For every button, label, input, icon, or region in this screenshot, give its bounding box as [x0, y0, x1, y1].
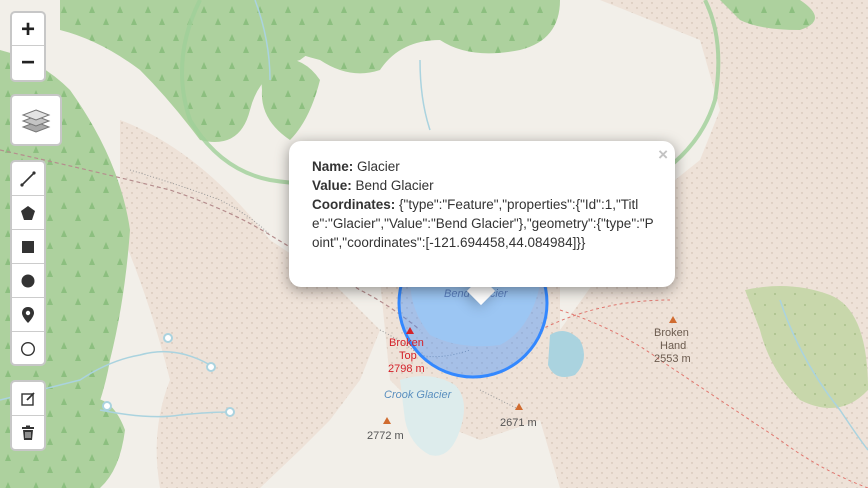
- label-peak-2671: 2671 m: [500, 417, 537, 429]
- label-crook-glacier: Crook Glacier: [384, 389, 452, 401]
- popup-coords-label: Coordinates:: [312, 197, 396, 212]
- label-broken-hand-2: Hand: [660, 340, 687, 352]
- popup-coords-row: Coordinates: {"type":"Feature","properti…: [312, 195, 655, 252]
- polyline-icon[interactable]: [12, 162, 44, 196]
- zoom-in-button[interactable]: +: [12, 13, 44, 46]
- label-broken-top-1: Broken: [389, 337, 424, 349]
- label-broken-hand-elev: 2553 m: [654, 353, 691, 365]
- layers-icon[interactable]: [12, 96, 60, 144]
- zoom-out-button[interactable]: −: [12, 46, 44, 79]
- label-broken-top-2: Top: [399, 350, 417, 362]
- popup-name-row: Name: Glacier: [312, 157, 655, 176]
- label-peak-2772: 2772 m: [367, 430, 404, 442]
- trash-icon[interactable]: [12, 416, 44, 449]
- rectangle-icon[interactable]: [12, 230, 44, 264]
- popup-tip-cover: [455, 270, 507, 287]
- circle-icon[interactable]: [12, 264, 44, 298]
- popup-value-value: Bend Glacier: [355, 178, 434, 193]
- popup-name-value: Glacier: [357, 159, 400, 174]
- label-broken-top-elev: 2798 m: [388, 363, 425, 375]
- polygon-icon[interactable]: [12, 196, 44, 230]
- feature-popup: × Name: Glacier Value: Bend Glacier Coor…: [289, 141, 675, 287]
- edit-icon[interactable]: [12, 382, 44, 416]
- circlemarker-icon[interactable]: [12, 332, 44, 364]
- popup-value-label: Value:: [312, 178, 352, 193]
- popup-close-button[interactable]: ×: [658, 145, 668, 164]
- marker-icon[interactable]: [12, 298, 44, 332]
- popup-value-row: Value: Bend Glacier: [312, 176, 655, 195]
- edit-toolbar: [10, 380, 46, 451]
- popup-name-label: Name:: [312, 159, 354, 174]
- draw-toolbar: [10, 160, 46, 366]
- zoom-control: + −: [10, 11, 46, 82]
- label-broken-hand-1: Broken: [654, 327, 689, 339]
- layers-control[interactable]: [10, 94, 62, 146]
